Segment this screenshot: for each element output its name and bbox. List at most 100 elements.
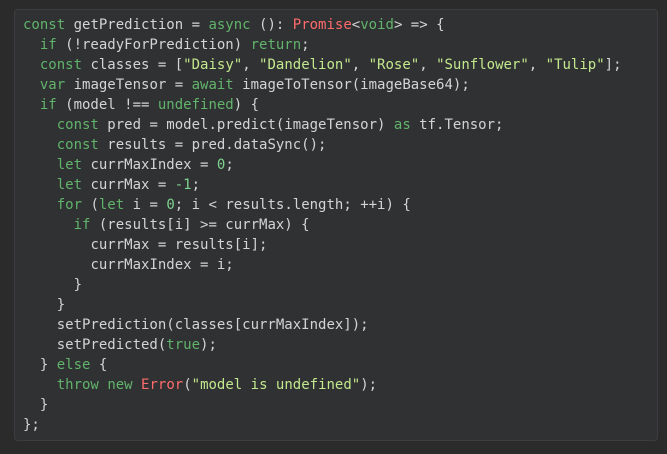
code-block[interactable]: const getPrediction = async (): Promise<… [14, 9, 658, 441]
code-token: < [351, 17, 361, 33]
code-token: currMax = [82, 177, 175, 193]
code-token: , [351, 57, 369, 73]
code-line: } [23, 395, 622, 415]
code-token: async [208, 17, 251, 33]
code-line: } else { [23, 355, 622, 375]
code-token: > => { [393, 17, 445, 33]
code-token: const [56, 137, 99, 153]
code-token: const [39, 57, 83, 73]
code-token: Promise [292, 17, 352, 33]
code-line: } [23, 275, 622, 295]
code-token: (): [250, 17, 293, 33]
code-token: "Rose" [368, 57, 420, 73]
code-token: let [56, 157, 83, 173]
code-token: ; [191, 177, 201, 193]
code-token: "Tulip" [545, 57, 605, 73]
code-line: } [23, 295, 622, 315]
code-token: if [39, 37, 57, 53]
code-token: ; [301, 37, 310, 53]
code-token: results = pred.dataSync(); [98, 137, 327, 153]
code-token: ; [225, 157, 234, 173]
code-token: true [166, 337, 201, 353]
code-token: var [39, 77, 66, 93]
code-token: Error [141, 377, 184, 393]
code-token: currMaxIndex = [82, 157, 217, 173]
code-line: setPredicted(true); [23, 335, 622, 355]
code-line: const getPrediction = async (): Promise<… [23, 15, 622, 35]
code-token: if [39, 97, 57, 113]
code-token: currMax = results[i]; [90, 237, 268, 253]
code-line: const pred = model.predict(imageTensor) … [23, 115, 622, 135]
code-token: "Sunflower" [436, 57, 529, 73]
code-token: (results[i] >= currMax) { [90, 217, 310, 233]
code-token: , [419, 57, 437, 73]
code-token: getPrediction = [65, 17, 209, 33]
code-token: setPrediction(classes[currMaxIndex]); [56, 317, 369, 333]
code-token: } [39, 397, 49, 413]
code-line: currMax = results[i]; [23, 235, 622, 255]
code-token: ) { [233, 97, 260, 113]
code-token: (!readyForPrediction) [56, 37, 251, 53]
code-token: if [73, 217, 91, 233]
code-token: ); [360, 377, 378, 393]
code-line: if (model !== undefined) { [23, 95, 622, 115]
code-token: classes = [ [82, 57, 184, 73]
code-line: const results = pred.dataSync(); [23, 135, 622, 155]
code-token: } [73, 277, 83, 293]
code-token: ]; [604, 57, 622, 73]
code-token: let [56, 177, 83, 193]
code-token: pred = model.predict(imageTensor) [98, 117, 394, 133]
code-token: "Dandelion" [259, 57, 352, 73]
code-line: if (!readyForPrediction) return; [23, 35, 622, 55]
code-token: imageToTensor(imageBase64); [233, 77, 470, 93]
code-line: var imageTensor = await imageToTensor(im… [23, 75, 622, 95]
code-line: for (let i = 0; i < results.length; ++i)… [23, 195, 622, 215]
code-token: } [56, 297, 66, 313]
code-token: "model is undefined" [191, 377, 361, 393]
code-token: i = [124, 197, 167, 213]
code-token: void [360, 17, 394, 33]
code-token: const [56, 117, 99, 133]
code-token: "Daisy" [183, 57, 243, 73]
code-line: }; [23, 415, 622, 435]
code-token: }; [23, 417, 40, 433]
code-line: currMaxIndex = i; [23, 255, 622, 275]
code-token: undefined [157, 97, 234, 113]
code-token: currMaxIndex = i; [90, 257, 234, 273]
code-line: if (results[i] >= currMax) { [23, 215, 622, 235]
code-line: const classes = ["Daisy", "Dandelion", "… [23, 55, 622, 75]
code-token: return [250, 37, 302, 53]
code-listing: const getPrediction = async (): Promise<… [23, 15, 622, 435]
code-token: , [242, 57, 260, 73]
code-token: ( [82, 197, 99, 213]
code-token: (model !== [56, 97, 158, 113]
code-line: throw new Error("model is undefined"); [23, 375, 622, 395]
code-token: new [107, 377, 133, 393]
code-line: let currMax = -1; [23, 175, 622, 195]
code-token: tf.Tensor; [410, 117, 504, 133]
code-token: setPredicted( [56, 337, 167, 353]
code-token: const [23, 17, 66, 33]
code-token: 0 [166, 197, 175, 213]
code-token: let [98, 197, 125, 213]
code-token: ); [200, 337, 217, 353]
code-line: setPrediction(classes[currMaxIndex]); [23, 315, 622, 335]
code-token: else [56, 357, 91, 373]
